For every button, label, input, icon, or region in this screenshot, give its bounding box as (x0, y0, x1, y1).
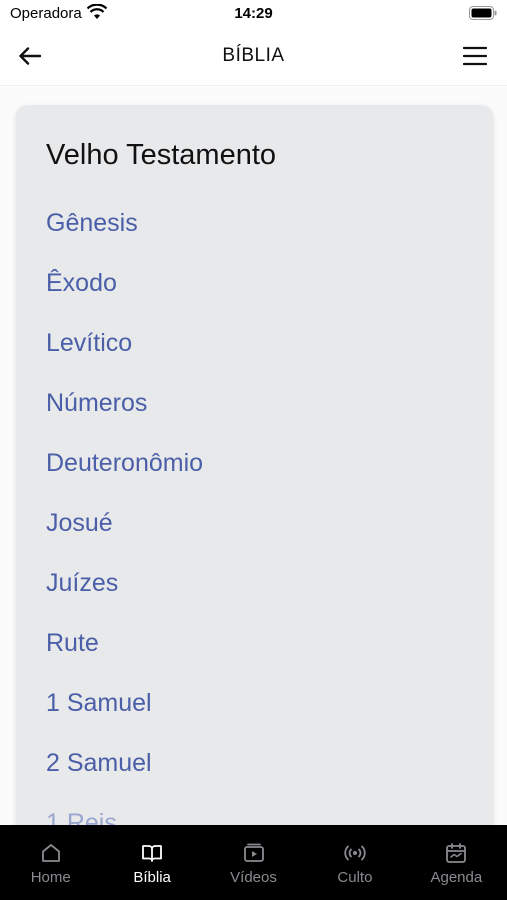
book-link-genesis[interactable]: Gênesis (46, 205, 203, 265)
tab-culto[interactable]: Culto (304, 825, 405, 900)
home-icon (41, 844, 60, 862)
tab-agenda-label: Agenda (430, 869, 483, 886)
video-icon (243, 843, 264, 862)
calendar-icon (446, 843, 467, 863)
battery-icon (469, 6, 497, 20)
content-area[interactable]: Velho Testamento Gênesis Êxodo Levítico … (0, 87, 507, 825)
book-link-josue[interactable]: Josué (46, 505, 203, 565)
tab-biblia-label: Bíblia (133, 869, 171, 886)
menu-button[interactable] (459, 40, 491, 72)
book-link-numeros[interactable]: Números (46, 385, 203, 445)
status-time: 14:29 (234, 5, 273, 22)
broadcast-icon (344, 845, 366, 861)
tab-bar: Home Bíblia Vídeos Culto Agenda (0, 825, 507, 900)
tab-videos-label: Vídeos (230, 869, 277, 886)
book-link-deuteronomio[interactable]: Deuteronômio (46, 445, 203, 505)
tab-culto-label: Culto (337, 869, 373, 886)
hamburger-menu-icon (463, 46, 487, 66)
page-title: BÍBLIA (222, 45, 285, 66)
tab-agenda[interactable]: Agenda (406, 825, 507, 900)
book-icon (142, 845, 163, 862)
book-link-1-reis[interactable]: 1 Reis (46, 805, 203, 825)
tab-home-label: Home (30, 869, 71, 886)
book-link-rute[interactable]: Rute (46, 625, 203, 685)
book-list: Gênesis Êxodo Levítico Números Deuteronô… (46, 205, 203, 825)
book-link-1-samuel[interactable]: 1 Samuel (46, 685, 203, 745)
book-link-exodo[interactable]: Êxodo (46, 265, 203, 325)
book-link-juizes[interactable]: Juízes (46, 565, 203, 625)
book-link-levitico[interactable]: Levítico (46, 325, 203, 385)
book-link-2-samuel[interactable]: 2 Samuel (46, 745, 203, 805)
tab-videos[interactable]: Vídeos (203, 825, 304, 900)
tab-home[interactable]: Home (0, 825, 101, 900)
app-header: BÍBLIA (0, 26, 507, 86)
status-bar: Operadora 14:29 (0, 0, 507, 26)
card-title: Velho Testamento (46, 139, 277, 171)
tab-biblia[interactable]: Bíblia (101, 825, 202, 900)
old-testament-card: Velho Testamento Gênesis Êxodo Levítico … (16, 105, 493, 825)
